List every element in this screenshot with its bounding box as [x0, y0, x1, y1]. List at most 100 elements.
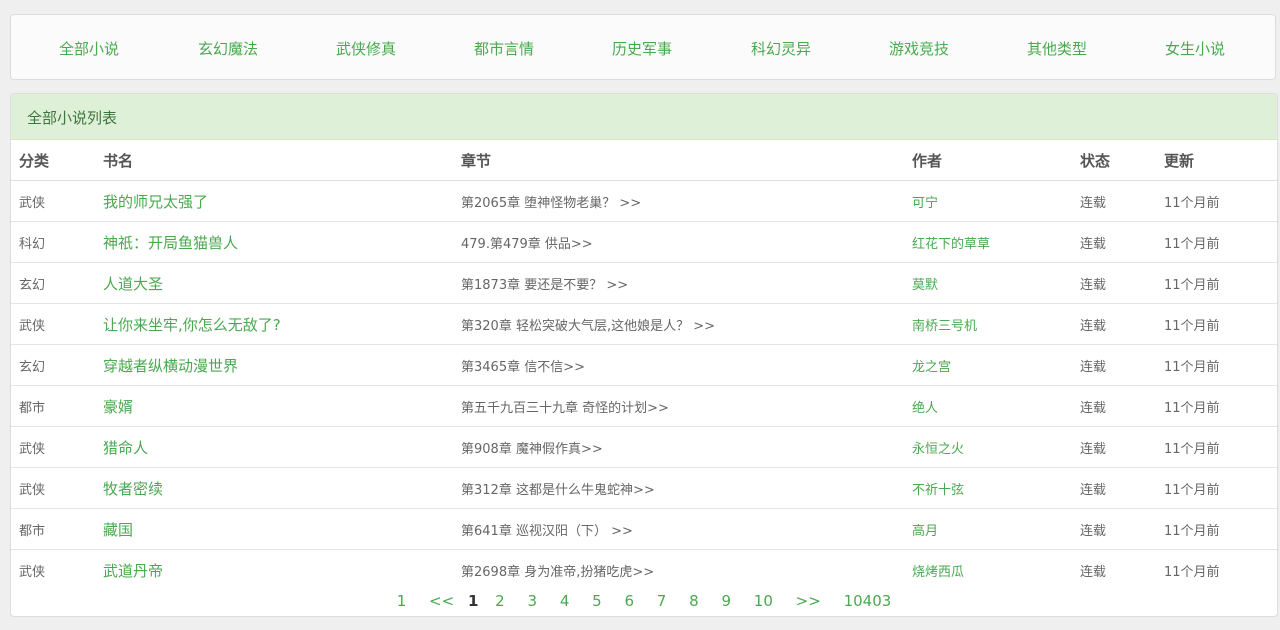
- row-category: 玄幻: [19, 359, 46, 375]
- row-status: 连载: [1080, 482, 1107, 498]
- row-author-link-cell: 莫默: [904, 262, 1072, 304]
- row-category: 武侠: [19, 441, 46, 457]
- row-book-title-cell: 藏国: [95, 508, 453, 550]
- page-prev[interactable]: <<: [429, 592, 454, 610]
- row-updated: 11个月前: [1164, 236, 1220, 252]
- row-chapter-link-cell: 479.第479章 供品>>: [453, 221, 904, 263]
- row-author-link[interactable]: 南桥三号机: [912, 319, 977, 334]
- table-row: 玄幻 穿越者纵横动漫世界 第3465章 信不信>> 龙之宫 连载 11个月前: [11, 344, 1277, 386]
- page-5[interactable]: 5: [592, 592, 602, 610]
- row-chapter-link[interactable]: 第908章 魔神假作真>>: [461, 442, 603, 457]
- row-book-title-cell: 武道丹帝: [95, 550, 453, 591]
- novel-table: 分类 书名 章节 作者 状态 更新 武侠 我的师兄太强了 第2065章 堕神怪物老巢…: [11, 140, 1277, 590]
- row-book-title[interactable]: 武道丹帝: [103, 562, 163, 580]
- row-book-title[interactable]: 藏国: [103, 521, 133, 539]
- row-updated: 11个月前: [1164, 523, 1220, 539]
- row-author-link[interactable]: 绝人: [912, 401, 938, 416]
- row-book-title[interactable]: 人道大圣: [103, 275, 163, 293]
- nav-wuxia[interactable]: 武侠修真: [336, 38, 396, 59]
- panel-title: 全部小说列表: [27, 109, 118, 127]
- table-header-row: 分类 书名 章节 作者 状态 更新: [11, 140, 1277, 181]
- row-status-cell: 连载: [1072, 508, 1156, 550]
- nav-nvsheng[interactable]: 女生小说: [1165, 38, 1225, 59]
- row-book-title-cell: 穿越者纵横动漫世界: [95, 344, 453, 386]
- row-updated-cell: 11个月前: [1156, 303, 1277, 345]
- row-updated-cell: 11个月前: [1156, 344, 1277, 386]
- nav-lishi[interactable]: 历史军事: [612, 38, 672, 59]
- row-author-link[interactable]: 不祈十弦: [912, 483, 964, 498]
- row-book-title[interactable]: 猎命人: [103, 439, 148, 457]
- row-chapter-link[interactable]: 479.第479章 供品>>: [461, 237, 593, 252]
- row-book-title[interactable]: 穿越者纵横动漫世界: [103, 357, 238, 375]
- row-chapter-link-cell: 第3465章 信不信>>: [453, 344, 904, 386]
- row-category-cell: 都市: [11, 508, 95, 550]
- row-author-link[interactable]: 烧烤西瓜: [912, 565, 964, 580]
- page-first[interactable]: 1: [397, 592, 407, 610]
- row-author-link-cell: 龙之宫: [904, 344, 1072, 386]
- row-chapter-link[interactable]: 第1873章 要还是不要？ >>: [461, 278, 628, 293]
- row-book-title[interactable]: 豪婿: [103, 398, 133, 416]
- row-chapter-link[interactable]: 第2065章 堕神怪物老巢？ >>: [461, 196, 641, 211]
- page-last[interactable]: 10403: [844, 592, 892, 610]
- row-updated: 11个月前: [1164, 441, 1220, 457]
- page-6[interactable]: 6: [624, 592, 634, 610]
- row-author-link[interactable]: 龙之宫: [912, 360, 951, 375]
- nav-all[interactable]: 全部小说: [59, 38, 119, 59]
- row-author-link[interactable]: 红花下的草草: [912, 237, 990, 252]
- row-book-title[interactable]: 我的师兄太强了: [103, 193, 208, 211]
- nav-qita[interactable]: 其他类型: [1027, 38, 1087, 59]
- row-author-link[interactable]: 莫默: [912, 278, 938, 293]
- row-chapter-link[interactable]: 第641章 巡视汉阳（下） >>: [461, 524, 633, 539]
- page-next[interactable]: >>: [796, 592, 821, 610]
- page-3[interactable]: 3: [527, 592, 537, 610]
- row-updated-cell: 11个月前: [1156, 262, 1277, 304]
- row-chapter-link[interactable]: 第312章 这都是什么牛鬼蛇神>>: [461, 483, 655, 498]
- page-10[interactable]: 10: [754, 592, 773, 610]
- row-status-cell: 连载: [1072, 550, 1156, 591]
- nav-xuanhuan[interactable]: 玄幻魔法: [198, 38, 258, 59]
- page-8[interactable]: 8: [689, 592, 699, 610]
- row-book-title[interactable]: 神祇：开局鱼猫兽人: [103, 234, 238, 252]
- page-4[interactable]: 4: [560, 592, 570, 610]
- row-category-cell: 武侠: [11, 303, 95, 345]
- row-category-cell: 玄幻: [11, 262, 95, 304]
- row-status: 连载: [1080, 523, 1107, 539]
- row-book-title[interactable]: 牧者密续: [103, 480, 163, 498]
- row-author-link-cell: 高月: [904, 508, 1072, 550]
- row-author-link[interactable]: 高月: [912, 524, 938, 539]
- table-row: 武侠 猎命人 第908章 魔神假作真>> 永恒之火 连载 11个月前: [11, 426, 1277, 468]
- row-chapter-link[interactable]: 第五千九百三十九章 奇怪的计划>>: [461, 401, 669, 416]
- row-updated-cell: 11个月前: [1156, 180, 1277, 222]
- row-chapter-link[interactable]: 第3465章 信不信>>: [461, 360, 585, 375]
- pagination: 1 << 1 2 3 4 5 6 7 8 9 10 >> 10403: [11, 592, 1277, 612]
- nav-youxi[interactable]: 游戏竞技: [889, 38, 949, 59]
- row-updated: 11个月前: [1164, 482, 1220, 498]
- nav-dushi[interactable]: 都市言情: [474, 38, 534, 59]
- row-book-title-cell: 人道大圣: [95, 262, 453, 304]
- row-author-link-cell: 永恒之火: [904, 426, 1072, 468]
- nav-kehuan[interactable]: 科幻灵异: [751, 38, 811, 59]
- row-author-link[interactable]: 永恒之火: [912, 442, 964, 457]
- row-author-link-cell: 绝人: [904, 385, 1072, 427]
- row-book-title-cell: 神祇：开局鱼猫兽人: [95, 221, 453, 263]
- row-book-title-cell: 猎命人: [95, 426, 453, 468]
- row-author-link-cell: 烧烤西瓜: [904, 550, 1072, 591]
- row-status: 连载: [1080, 195, 1107, 211]
- row-author-link-cell: 南桥三号机: [904, 303, 1072, 345]
- header-author: 作者: [904, 140, 1072, 181]
- row-status-cell: 连载: [1072, 344, 1156, 386]
- row-chapter-link[interactable]: 第320章 轻松突破大气层,这他娘是人？ >>: [461, 319, 715, 334]
- row-category-cell: 都市: [11, 385, 95, 427]
- row-category-cell: 武侠: [11, 426, 95, 468]
- row-author-link[interactable]: 可宁: [912, 196, 938, 211]
- page-2[interactable]: 2: [495, 592, 505, 610]
- row-book-title[interactable]: 让你来坐牢,你怎么无敌了?: [103, 316, 281, 334]
- page-9[interactable]: 9: [721, 592, 731, 610]
- row-category: 武侠: [19, 482, 46, 498]
- row-chapter-link[interactable]: 第2698章 身为准帝,扮猪吃虎>>: [461, 565, 654, 580]
- row-updated: 11个月前: [1164, 277, 1220, 293]
- page-7[interactable]: 7: [657, 592, 667, 610]
- row-category-cell: 玄幻: [11, 344, 95, 386]
- novel-list-panel: 全部小说列表 分类 书名 章节 作者 状态 更新 武侠 我的师兄太强了 第2065章…: [10, 93, 1278, 617]
- row-updated-cell: 11个月前: [1156, 221, 1277, 263]
